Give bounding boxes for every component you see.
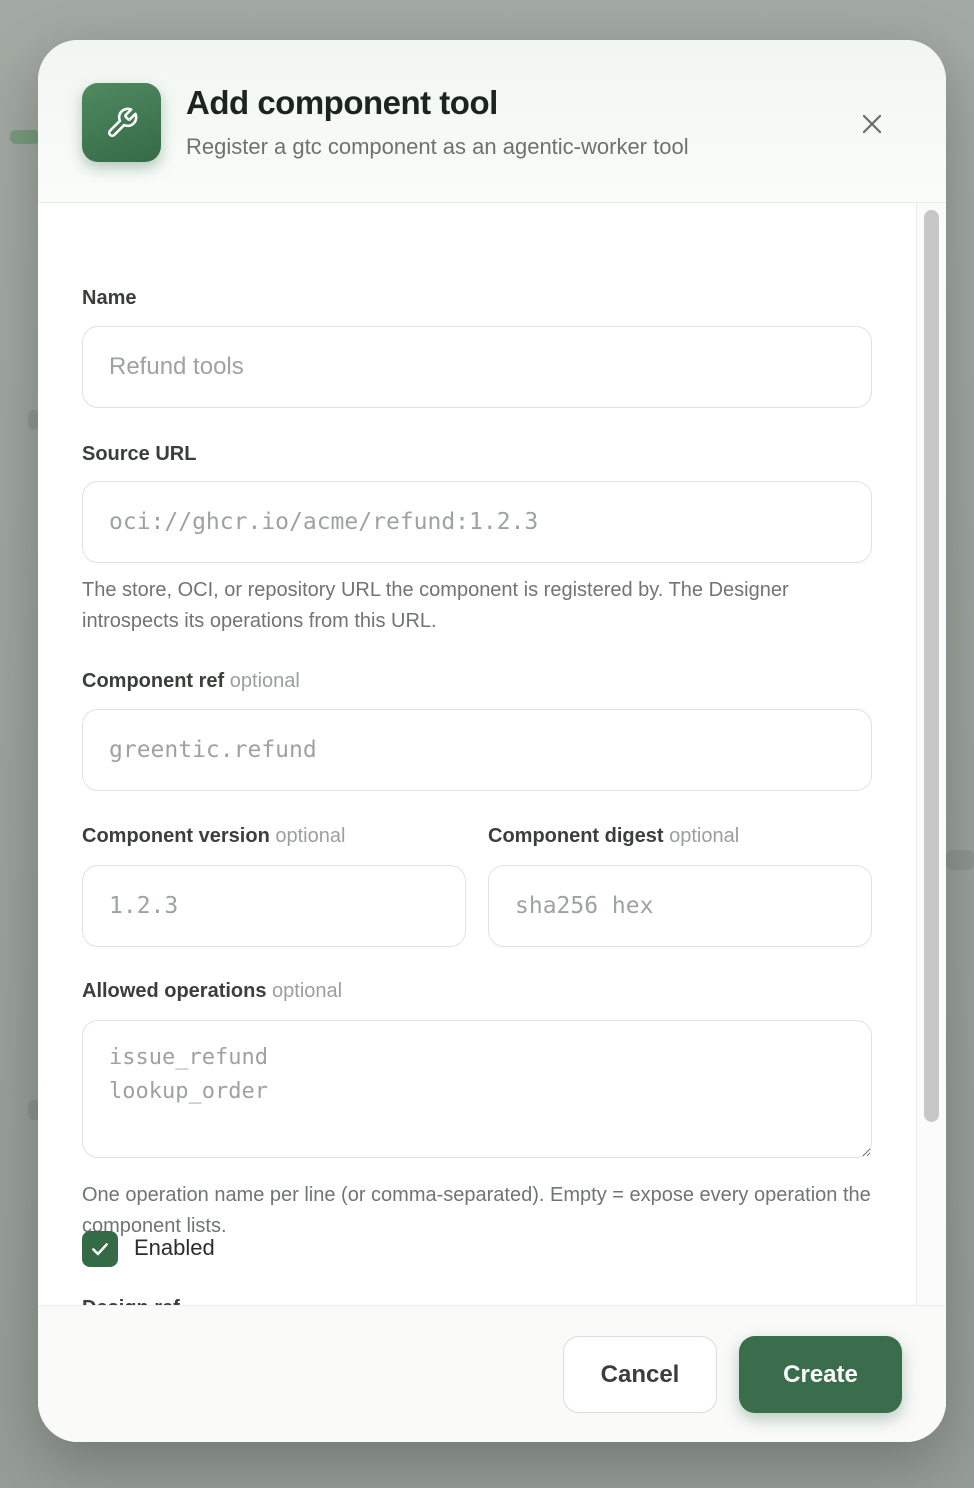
optional-tag: optional bbox=[229, 670, 300, 692]
background-element bbox=[946, 850, 974, 870]
allowed-operations-help: One operation name per line (or comma-se… bbox=[82, 1184, 871, 1237]
background-element bbox=[10, 130, 40, 144]
design-ref-label: Design ref bbox=[82, 1297, 180, 1305]
dialog-subtitle: Register a gtc component as an agentic-w… bbox=[186, 134, 689, 159]
component-ref-input[interactable] bbox=[82, 709, 872, 791]
dialog-footer: Cancel Create bbox=[38, 1305, 946, 1442]
scrollbar-thumb[interactable] bbox=[924, 210, 939, 1122]
create-button[interactable]: Create bbox=[739, 1336, 902, 1413]
source-url-help: The store, OCI, or repository URL the co… bbox=[82, 579, 789, 632]
check-icon bbox=[92, 1243, 108, 1256]
name-label: Name bbox=[82, 287, 137, 309]
component-digest-input[interactable] bbox=[488, 865, 872, 947]
add-component-tool-dialog: Add component tool Register a gtc compon… bbox=[38, 40, 946, 1442]
allowed-operations-label: Allowed operations optional bbox=[82, 980, 343, 1002]
dialog-body[interactable]: Name Source URL The store, OCI, or repos… bbox=[38, 203, 916, 1305]
optional-tag: optional bbox=[669, 825, 740, 847]
close-button[interactable] bbox=[856, 108, 888, 140]
source-url-input[interactable] bbox=[82, 481, 872, 563]
source-url-label: Source URL bbox=[82, 443, 197, 465]
enabled-checkbox[interactable] bbox=[82, 1231, 118, 1267]
dialog-header: Add component tool Register a gtc compon… bbox=[38, 40, 946, 203]
name-input[interactable] bbox=[82, 326, 872, 408]
component-digest-label: Component digest optional bbox=[488, 825, 740, 847]
wrench-icon bbox=[82, 83, 161, 162]
enabled-label[interactable]: Enabled bbox=[134, 1235, 215, 1261]
component-version-label: Component version optional bbox=[82, 825, 346, 847]
allowed-operations-textarea[interactable] bbox=[82, 1020, 872, 1158]
optional-tag: optional bbox=[272, 980, 343, 1002]
dialog-title: Add component tool bbox=[186, 84, 498, 121]
component-version-input[interactable] bbox=[82, 865, 466, 947]
cancel-button[interactable]: Cancel bbox=[563, 1336, 717, 1413]
component-ref-label: Component ref optional bbox=[82, 670, 300, 692]
optional-tag: optional bbox=[275, 825, 346, 847]
close-icon bbox=[862, 114, 882, 134]
